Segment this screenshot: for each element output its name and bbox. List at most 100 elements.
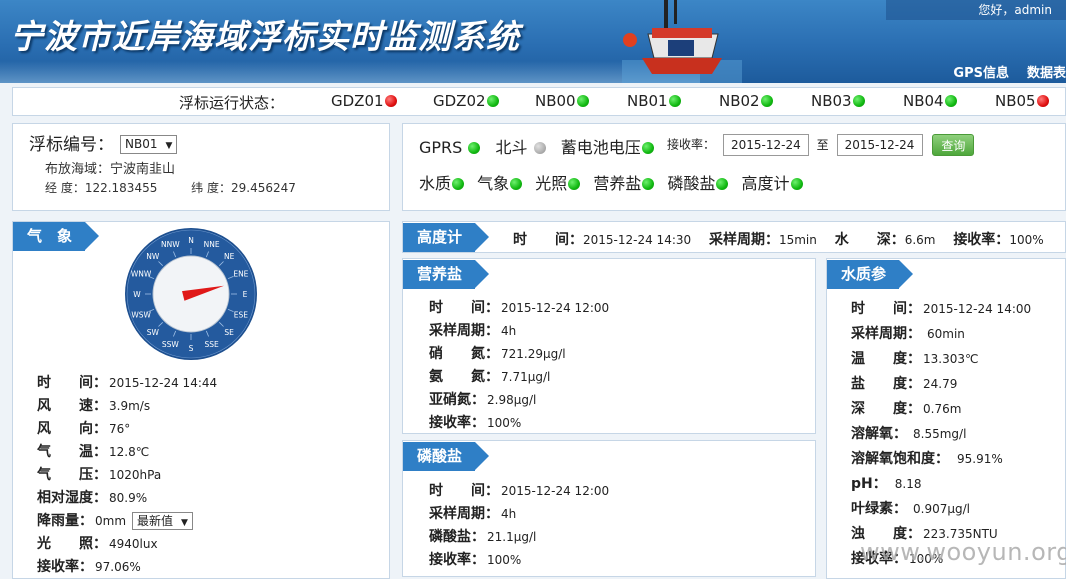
- phosphate-panel: 磷酸盐 时 间： 2015-12-24 12:00 采样周期： 4h 磷酸盐： 21.…: [402, 440, 816, 577]
- status-item-nb00[interactable]: NB00: [535, 92, 589, 110]
- field-label: 采样周期：: [708, 232, 779, 248]
- compass-label: SSE: [205, 340, 220, 349]
- status-item-nb01[interactable]: NB01: [627, 92, 681, 110]
- altimeter-readings: 时 间：2015-12-24 14:30 采样周期：15min 水 深：6.6m…: [513, 229, 1044, 249]
- status-item-nb03[interactable]: NB03: [811, 92, 865, 110]
- nutrient-period: 采样周期： 4h: [429, 320, 516, 340]
- field-value: 721.29μg/l: [501, 347, 566, 361]
- sensor-phosphate[interactable]: 磷酸盐: [667, 174, 729, 193]
- water-quality-panel: 水质参数 时 间： 2015-12-24 14:00 采样周期： 60min 温 度…: [826, 258, 1066, 579]
- compass-label: SW: [147, 328, 160, 337]
- field-value: 0.76m: [923, 402, 962, 416]
- status-dot-icon: [1036, 95, 1049, 107]
- wq-salinity: 盐 度： 24.79: [851, 373, 957, 393]
- status-item-name: GDZ02: [433, 92, 486, 110]
- status-item-name: NB02: [719, 92, 760, 110]
- field-value: 100%: [487, 416, 522, 430]
- field-label: 接收率：: [37, 559, 93, 575]
- compass-label: ESE: [234, 311, 248, 320]
- date-to-input[interactable]: 2015-12-24: [836, 134, 923, 156]
- compass-label: N: [188, 236, 194, 245]
- field-label: 风 速：: [37, 398, 107, 414]
- sensor-water-quality[interactable]: 水质: [419, 174, 465, 193]
- longitude: 经 度：122.183455: [45, 181, 158, 195]
- status-item-name: NB00: [535, 92, 576, 110]
- compass-label: S: [189, 344, 194, 353]
- field-value: 60min: [927, 327, 965, 341]
- altimeter-tab: 高度计: [403, 223, 489, 252]
- field-value: 76°: [109, 422, 131, 436]
- beidou-status: 北斗: [496, 138, 546, 157]
- status-dot-icon: [452, 178, 465, 190]
- beidou-label: 北斗: [495, 138, 528, 157]
- field-value: 0mm: [95, 514, 127, 528]
- sensor-list-row: 水质 气象 光照 营养盐 磷酸盐 高度计: [419, 170, 811, 194]
- deployment-area: 布放海域：宁波南韭山: [45, 162, 176, 177]
- status-dot-icon: [486, 95, 499, 107]
- field-value: 80.9%: [109, 491, 148, 505]
- status-item-gdz01[interactable]: GDZ01: [331, 92, 397, 110]
- watermark: www.wooyun.org: [860, 538, 1066, 566]
- status-item-nb02[interactable]: NB02: [719, 92, 773, 110]
- buoy-number-label: 浮标编号：: [29, 135, 114, 155]
- status-item-nb05[interactable]: NB05: [995, 92, 1049, 110]
- status-dot-icon: [790, 178, 803, 190]
- nutrient-receive-rate: 接收率： 100%: [429, 412, 521, 432]
- weather-temperature: 气 温： 12.8℃: [37, 441, 149, 461]
- chevron-down-icon: ▼: [181, 518, 188, 528]
- sensor-altimeter[interactable]: 高度计: [742, 174, 803, 193]
- field-value: 100%: [487, 553, 522, 567]
- wq-period: 采样周期： 60min: [851, 323, 965, 343]
- field-value: 2015-12-24 12:00: [501, 484, 610, 498]
- status-dot-icon: [384, 95, 397, 107]
- user-greeting[interactable]: 您好，admin: [978, 1, 1052, 18]
- receive-rate-query: 接收率： 2015-12-24 至 2015-12-24 查询: [667, 134, 975, 156]
- status-dot-icon: [852, 95, 865, 107]
- field-label: 时 间：: [429, 483, 499, 499]
- phosphate-period: 采样周期： 4h: [429, 503, 516, 523]
- app-title: 宁波市近岸海域浮标实时监测系统: [10, 17, 520, 56]
- status-dot-icon: [641, 142, 654, 154]
- field-label: 时 间：: [37, 375, 107, 391]
- field-value: 4h: [501, 507, 517, 521]
- sensor-light[interactable]: 光照: [535, 174, 581, 193]
- weather-panel: 气 象 N NNE NE ENE E ESE SE SSE S SSW SW WSW W WNW NW NNW…: [12, 221, 390, 579]
- weather-wind-direction: 风 向： 76°: [37, 418, 130, 438]
- field-label: 接收率：: [429, 415, 485, 431]
- sensor-label: 营养盐: [593, 174, 642, 193]
- date-from-input[interactable]: 2015-12-24: [722, 134, 809, 156]
- field-label: 采样周期：: [429, 506, 499, 522]
- field-label: 相对湿度：: [37, 490, 107, 506]
- status-item-name: NB01: [627, 92, 668, 110]
- compass-label: WSW: [131, 311, 151, 320]
- field-label: 时 间：: [429, 300, 499, 316]
- sensor-weather[interactable]: 气象: [477, 174, 523, 193]
- nutrient-ammonia: 氨 氮： 7.71μg/l: [429, 366, 550, 386]
- sensor-nutrient[interactable]: 营养盐: [593, 174, 655, 193]
- gprs-status: GPRS: [419, 138, 481, 157]
- buoy-number-select[interactable]: NB01 ▼: [120, 135, 178, 154]
- field-label: 采样周期：: [851, 326, 921, 342]
- app-header: 宁波市近岸海域浮标实时监测系统 您好，admin GPS信息 数据表: [0, 0, 1066, 83]
- field-label: 水 深：: [834, 232, 905, 248]
- field-label: 气 温：: [37, 444, 107, 460]
- status-item-nb04[interactable]: NB04: [903, 92, 957, 110]
- wind-compass-icon: N NNE NE ENE E ESESE SSE S SSWSW WSW W WNW NWNNW: [125, 228, 257, 360]
- weather-tab: 气 象: [13, 222, 99, 251]
- weather-pressure: 气 压： 1020hPa: [37, 464, 161, 484]
- field-label: 氨 氮：: [429, 369, 499, 385]
- status-item-name: GDZ01: [331, 92, 384, 110]
- nav-gps-info[interactable]: GPS信息: [953, 66, 1009, 81]
- query-button[interactable]: 查询: [932, 134, 975, 156]
- rainfall-mode-select[interactable]: 最新值 ▼: [132, 512, 193, 530]
- field-value: 1020hPa: [109, 468, 162, 482]
- nav-data-table[interactable]: 数据表: [1027, 66, 1066, 81]
- field-label: 采样周期：: [429, 323, 499, 339]
- field-value: 97.06%: [95, 560, 141, 574]
- wq-chlorophyll: 叶绿素： 0.907μg/l: [851, 498, 970, 518]
- status-item-gdz02[interactable]: GDZ02: [433, 92, 499, 110]
- nutrient-tab: 营养盐: [403, 260, 489, 289]
- nutrient-nitrite: 亚硝氮： 2.98μg/l: [429, 389, 536, 409]
- status-label: 浮标运行状态：: [179, 94, 285, 112]
- status-dot-icon: [716, 178, 729, 190]
